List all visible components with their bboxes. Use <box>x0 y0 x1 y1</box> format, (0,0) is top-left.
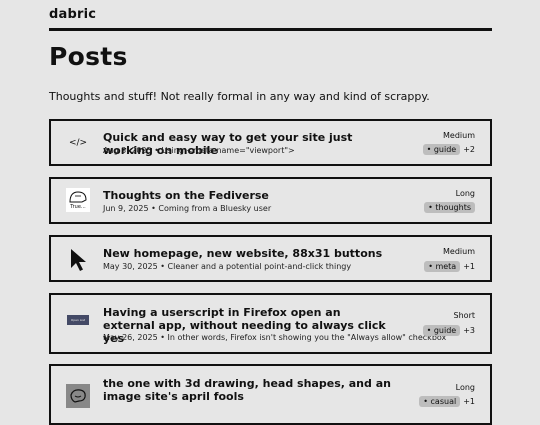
post-card[interactable]: Open List Having a userscript in Firefox… <box>49 293 492 354</box>
cursor-arrow-shape <box>71 249 86 271</box>
post-card[interactable]: True... Thoughts on the Fediverse Jun 9,… <box>49 177 492 224</box>
header-divider <box>49 28 492 31</box>
meme-caption: True... <box>70 203 86 210</box>
post-length: Medium <box>443 131 475 140</box>
post-title[interactable]: the one with 3d drawing, head shapes, an… <box>103 377 395 403</box>
post-length: Long <box>455 383 475 392</box>
post-meta: May 30, 2025 • Cleaner and a potential p… <box>103 262 352 271</box>
post-title[interactable]: Thoughts on the Fediverse <box>103 189 395 202</box>
site-name[interactable]: dabric <box>49 7 96 22</box>
meme-face-shape <box>69 190 87 202</box>
post-card[interactable]: </> Quick and easy way to get your site … <box>49 119 492 166</box>
cursor-icon <box>66 248 90 272</box>
open-in-app-button-icon: Open List <box>66 312 90 328</box>
tag-badge[interactable]: • guide <box>422 325 461 336</box>
more-tags-count: +3 <box>463 326 475 335</box>
true-meme-icon: True... <box>66 188 90 212</box>
post-card[interactable]: New homepage, new website, 88x31 buttons… <box>49 235 492 282</box>
post-tags: • meta +1 <box>424 261 475 272</box>
post-tags: • casual +1 <box>419 396 475 407</box>
post-tags: • thoughts <box>424 202 475 213</box>
tag-badge[interactable]: • thoughts <box>424 202 475 213</box>
tag-badge[interactable]: • guide <box>422 144 461 155</box>
open-button-text: Open List <box>70 318 86 322</box>
code-icon-text: </> <box>68 138 88 148</box>
post-length: Long <box>455 189 475 198</box>
post-length: Short <box>453 311 475 320</box>
post-tags: • guide +3 <box>422 325 475 336</box>
more-tags-count: +2 <box>463 145 475 154</box>
more-tags-count: +1 <box>463 262 475 271</box>
tag-badge[interactable]: • meta <box>424 261 461 272</box>
head-drawing-icon <box>66 384 90 408</box>
post-card[interactable]: the one with 3d drawing, head shapes, an… <box>49 364 492 425</box>
post-length: Medium <box>443 247 475 256</box>
post-tags: • guide +2 <box>422 144 475 155</box>
open-button-graphic: Open List <box>67 315 89 325</box>
page-title: Posts <box>49 42 128 71</box>
head-sketch-shape <box>70 389 86 403</box>
post-title[interactable]: New homepage, new website, 88x31 buttons <box>103 247 395 260</box>
code-icon: </> <box>66 131 90 155</box>
post-meta: May 26, 2025 • In other words, Firefox i… <box>103 333 447 342</box>
tag-badge[interactable]: • casual <box>419 396 461 407</box>
post-meta: Aug 3, 2025 • Using <meta name="viewport… <box>103 146 295 155</box>
page-intro: Thoughts and stuff! Not really formal in… <box>49 90 430 103</box>
post-meta: Jun 9, 2025 • Coming from a Bluesky user <box>103 204 272 213</box>
